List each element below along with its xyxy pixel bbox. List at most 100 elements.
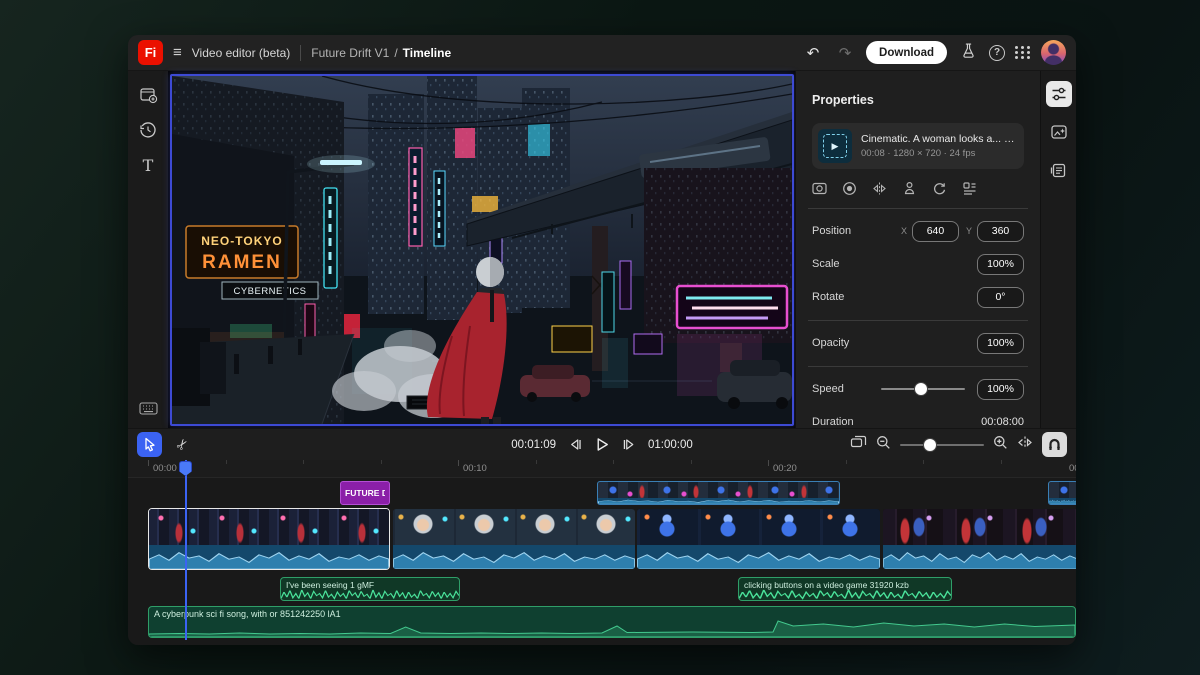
scale-field[interactable]: 100%: [977, 254, 1024, 275]
play-button[interactable]: [595, 437, 609, 452]
audio-clip-2-label: clicking buttons on a video game 31920 k…: [744, 580, 909, 590]
neon-sign-ramen: NEO-TOKYO RAMEN: [186, 226, 298, 278]
breadcrumb-project[interactable]: Future Drift V1: [311, 46, 389, 60]
svg-text:NEO-TOKYO: NEO-TOKYO: [201, 234, 282, 248]
music-clip[interactable]: A cyberpunk sci fi song, with or 8512422…: [148, 606, 1076, 638]
text-tool-icon[interactable]: T: [138, 155, 158, 175]
position-row: Position X 640 Y 360: [812, 220, 1024, 242]
video-clip-2-waveform: [393, 545, 635, 569]
speed-field[interactable]: 100%: [977, 379, 1024, 400]
skip-forward-icon[interactable]: [621, 438, 636, 451]
speed-row: Speed 100%: [812, 378, 1024, 400]
total-timecode: 01:00:00: [648, 439, 693, 451]
properties-list-icon[interactable]: [962, 181, 977, 196]
video-clip-4-thumbnails: [883, 509, 1076, 545]
opacity-label: Opacity: [812, 337, 977, 349]
zoom-out-icon[interactable]: [876, 435, 891, 455]
keyboard-shortcuts-icon[interactable]: [138, 398, 158, 418]
video-clip-4[interactable]: [883, 509, 1076, 569]
properties-tab-icon[interactable]: [1046, 81, 1072, 107]
current-timecode: 00:01:09: [511, 439, 556, 451]
history-icon[interactable]: [138, 120, 158, 140]
ruler-label-0010: 00:10: [463, 463, 487, 474]
beta-flask-icon[interactable]: [957, 43, 979, 63]
y-axis-label: Y: [966, 226, 972, 236]
select-tool-button[interactable]: [137, 432, 162, 457]
selected-clip-card[interactable]: ▶ Cinematic. A woman looks a... v.ffgenv…: [812, 123, 1024, 169]
flip-horizontal-icon[interactable]: [872, 181, 887, 196]
right-toolbar: [1040, 71, 1076, 428]
timeline-ruler[interactable]: 00:00 00:10 00:20 00:30: [128, 460, 1076, 478]
scale-row: Scale 100%: [812, 253, 1024, 275]
speed-slider[interactable]: [881, 388, 965, 390]
rotate-row: Rotate 0°: [812, 286, 1024, 308]
video-frame-cyberpunk-scene: NEO-TOKYO RAMEN CYBERNETICS: [172, 76, 792, 424]
top-bar: Fi ≡ Video editor (beta) Future Drift V1…: [128, 35, 1076, 71]
clip-thumbnail: ▶: [818, 129, 852, 163]
ruler-label-0020: 00:20: [773, 463, 797, 474]
svg-text:RAMEN: RAMEN: [202, 252, 282, 273]
neon-sign-pink: [677, 286, 787, 328]
left-toolbar: T: [128, 71, 168, 428]
timeline-toolbar: ✂ 00:01:09 01:00:00: [128, 428, 1076, 460]
clip-name: Cinematic. A woman looks a... v.ffgenvid: [861, 133, 1018, 145]
scale-label: Scale: [812, 258, 977, 270]
video-clip-3[interactable]: [637, 509, 880, 569]
position-x-field[interactable]: 640: [912, 221, 959, 242]
fit-timeline-icon[interactable]: [850, 435, 867, 455]
firefly-video-editor-window: Fi ≡ Video editor (beta) Future Drift V1…: [128, 35, 1076, 645]
breadcrumb: Future Drift V1 / Timeline: [311, 46, 451, 60]
duration-value: 00:08:00: [981, 416, 1024, 428]
video-play-icon: ▶: [823, 134, 847, 158]
ruler-label-0000: 00:00: [153, 463, 177, 474]
opacity-field[interactable]: 100%: [977, 333, 1024, 354]
app-title: Video editor (beta): [192, 46, 291, 60]
sign-cybernetics: CYBERNETICS: [222, 282, 318, 299]
transport-controls: 00:01:09 01:00:00: [511, 437, 693, 452]
video-clip-3-thumbnails: [637, 509, 880, 545]
zoom-in-icon[interactable]: [993, 435, 1008, 455]
timeline-zoom-slider[interactable]: [900, 444, 984, 446]
preview-area: NEO-TOKYO RAMEN CYBERNETICS: [168, 71, 795, 428]
title-clip-label: FUTURE DRI: [345, 488, 385, 498]
audio-clip-2[interactable]: clicking buttons on a video game 31920 k…: [738, 577, 952, 601]
rotate-field[interactable]: 0°: [977, 287, 1024, 308]
audio-clip-1[interactable]: I've been seeing 1 gMF: [280, 577, 460, 601]
timeline-tracks-area[interactable]: 00:00 00:10 00:20 00:30 FUTURE DRI: [128, 460, 1076, 645]
split-tool-button[interactable]: ✂: [165, 427, 200, 462]
refresh-icon[interactable]: [932, 181, 947, 196]
download-button[interactable]: Download: [866, 41, 947, 64]
retime-icon[interactable]: [902, 181, 917, 196]
x-axis-label: X: [901, 226, 907, 236]
hamburger-menu-icon[interactable]: ≡: [173, 44, 182, 61]
user-avatar[interactable]: [1041, 40, 1066, 65]
mask-icon[interactable]: [842, 181, 857, 196]
video-clip-2[interactable]: [393, 509, 635, 569]
timeline-view-controls: [850, 432, 1067, 457]
video-clip-3-waveform: [637, 545, 880, 569]
title-clip[interactable]: FUTURE DRI: [340, 481, 390, 505]
overlay-video-clip-2[interactable]: [1048, 481, 1076, 505]
clip-meta: 00:08 · 1280 × 720 · 24 fps: [861, 148, 1018, 159]
overlay-video-clip[interactable]: [597, 481, 840, 505]
generate-media-icon[interactable]: [1046, 119, 1072, 145]
add-media-icon[interactable]: [138, 85, 158, 105]
undo-button[interactable]: ↶: [802, 44, 824, 62]
snapping-magnet-button[interactable]: [1042, 432, 1067, 457]
skip-back-icon[interactable]: [568, 438, 583, 451]
ruler-label-0030: 00:30: [1069, 463, 1076, 474]
speed-slider-knob[interactable]: [915, 383, 927, 395]
apps-grid-icon[interactable]: [1015, 46, 1031, 59]
fill-frame-icon[interactable]: [812, 181, 827, 196]
redo-button[interactable]: ↷: [834, 44, 856, 62]
main-region: T: [128, 71, 1076, 428]
firefly-logo[interactable]: Fi: [138, 40, 163, 65]
captions-icon[interactable]: [1046, 157, 1072, 183]
rotate-label: Rotate: [812, 291, 977, 303]
zoom-slider-knob[interactable]: [924, 439, 936, 451]
help-icon[interactable]: ?: [989, 45, 1005, 61]
jump-to-playhead-icon[interactable]: [1017, 435, 1033, 455]
playhead-line[interactable]: [185, 460, 187, 640]
position-y-field[interactable]: 360: [977, 221, 1024, 242]
video-canvas[interactable]: NEO-TOKYO RAMEN CYBERNETICS: [170, 74, 794, 426]
